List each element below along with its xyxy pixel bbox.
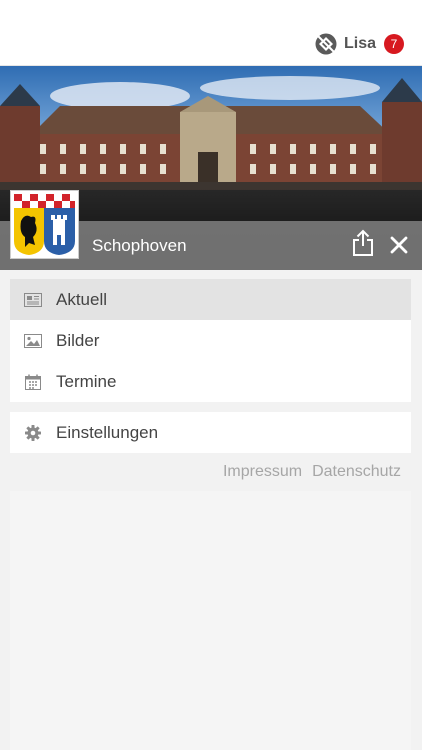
menu-item-einstellungen[interactable]: Einstellungen	[10, 412, 411, 453]
menu-item-label: Termine	[56, 371, 117, 391]
main-menu: Aktuell Bilder Termine	[10, 279, 411, 402]
menu-item-label: Einstellungen	[56, 422, 159, 442]
menu-item-aktuell[interactable]: Aktuell	[10, 279, 411, 320]
coat-of-arms-icon	[10, 190, 79, 259]
user-profile[interactable]: Lisa 7	[315, 32, 404, 56]
settings-menu: Einstellungen	[10, 412, 411, 453]
menu-item-bilder[interactable]: Bilder	[10, 320, 411, 361]
app-logo-icon	[315, 33, 337, 55]
menu-item-label: Aktuell	[56, 289, 108, 309]
gear-icon	[24, 424, 42, 442]
calendar-icon	[24, 373, 42, 391]
empty-content-area	[10, 491, 411, 750]
image-icon	[24, 332, 42, 350]
user-name: Lisa	[343, 35, 376, 52]
footer-links: Impressum Datenschutz	[223, 463, 401, 481]
top-bar: Lisa 7	[0, 0, 422, 66]
menu-item-label: Bilder	[56, 330, 100, 350]
menu-item-termine[interactable]: Termine	[10, 361, 411, 402]
notification-badge: 7	[384, 34, 404, 54]
close-icon[interactable]	[390, 236, 408, 254]
location-name: Schophoven	[92, 236, 187, 255]
share-icon[interactable]	[352, 229, 374, 257]
newspaper-icon	[24, 291, 42, 309]
impressum-link[interactable]: Impressum	[223, 463, 302, 481]
datenschutz-link[interactable]: Datenschutz	[312, 463, 401, 481]
